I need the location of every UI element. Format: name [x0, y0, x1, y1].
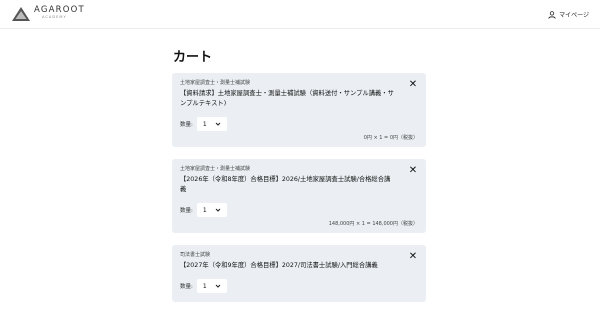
- cart-item: 司法書士試験 【2027年（令和9年度）合格目標】2027/司法書士試験/入門総…: [172, 245, 426, 302]
- remove-item-close-icon[interactable]: ✕: [408, 80, 418, 90]
- item-category: 土地家屋調査士・測量士補試験: [180, 80, 251, 86]
- agaroot-logo[interactable]: AGAROOT ACADEMY: [11, 6, 85, 22]
- mypage-label: マイページ: [559, 12, 589, 19]
- quantity-value: 1: [202, 120, 207, 128]
- remove-item-close-icon[interactable]: ✕: [408, 166, 418, 176]
- chevron-down-icon: [215, 284, 221, 288]
- page-title: カート: [173, 50, 213, 65]
- quantity-label: 数量:: [180, 122, 193, 128]
- quantity-label: 数量:: [180, 208, 193, 214]
- site-header: AGAROOT ACADEMY マイページ: [0, 0, 600, 29]
- item-price: [180, 296, 418, 302]
- quantity-select[interactable]: 1: [196, 117, 227, 131]
- item-category: 司法書士試験: [180, 252, 211, 258]
- chevron-down-icon: [215, 122, 221, 126]
- user-icon: [548, 10, 556, 19]
- item-category: 土地家屋調査士・測量士補試験: [180, 166, 251, 172]
- item-title: 【2026年（令和8年度）合格目標】2026/土地家屋調査士試験/合格総合講義: [180, 176, 391, 193]
- item-price: 0円 × 1 = 0円（税抜）: [363, 135, 418, 141]
- item-title: 【資料請求】土地家屋調査士・測量士補試験（資料送付・サンプル講義・サンプルテキス…: [180, 90, 394, 107]
- cart-item: 土地家屋調査士・測量士補試験 【2026年（令和8年度）合格目標】2026/土地…: [172, 159, 426, 233]
- item-price: 148,000円 × 1 = 148,000円（税抜）: [328, 221, 418, 227]
- logo-subtext: ACADEMY: [42, 14, 67, 19]
- logo-mark-icon: [12, 7, 30, 21]
- quantity-value: 1: [202, 206, 207, 214]
- chevron-down-icon: [215, 208, 221, 212]
- mypage-link[interactable]: マイページ: [548, 10, 589, 19]
- quantity-select[interactable]: 1: [196, 203, 227, 217]
- cart-item: 土地家屋調査士・測量士補試験 【資料請求】土地家屋調査士・測量士補試験（資料送付…: [172, 73, 426, 147]
- remove-item-close-icon[interactable]: ✕: [408, 252, 418, 262]
- item-title: 【2027年（令和9年度）合格目標】2027/司法書士試験/入門総合講義: [180, 262, 378, 269]
- quantity-value: 1: [202, 282, 207, 290]
- logo-text: AGAROOT: [34, 5, 85, 15]
- cart-item-list: 土地家屋調査士・測量士補試験 【資料請求】土地家屋調査士・測量士補試験（資料送付…: [172, 73, 426, 314]
- quantity-label: 数量:: [180, 284, 193, 290]
